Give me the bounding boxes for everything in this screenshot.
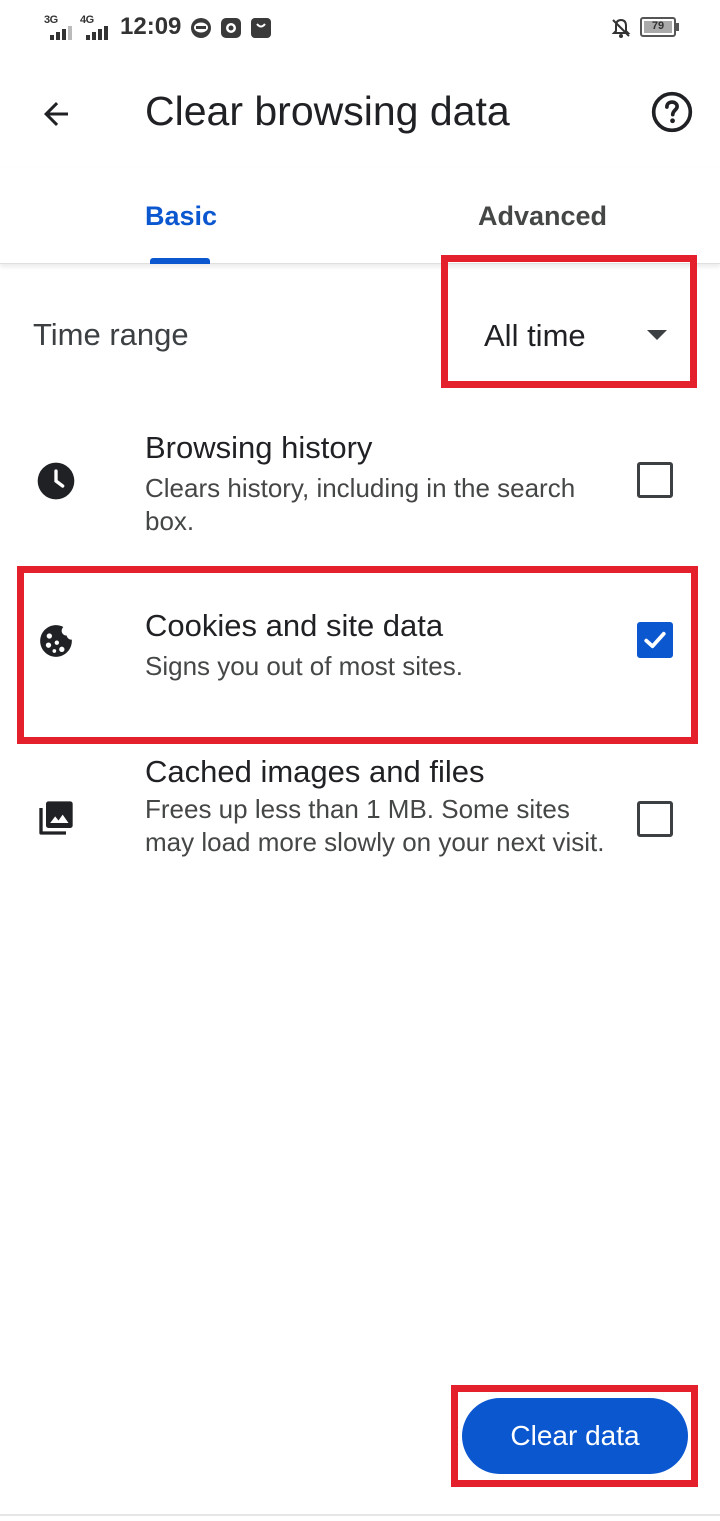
image-library-icon: [39, 801, 73, 835]
highlight-clear-button: [451, 1385, 698, 1487]
network-type-4g: 4G: [80, 14, 94, 26]
tab-advanced-label: Advanced: [478, 200, 608, 231]
status-bar: 3G 4G 12:09 79: [0, 0, 720, 56]
signal-bars-icon: [50, 26, 72, 40]
option-title: Browsing history: [145, 430, 373, 465]
browsing-history-checkbox[interactable]: [637, 462, 673, 498]
option-browsing-history[interactable]: Browsing history Clears history, includi…: [0, 420, 720, 560]
status-time: 12:09: [120, 13, 182, 40]
tab-basic-label: Basic: [145, 200, 218, 231]
cached-images-checkbox[interactable]: [637, 801, 673, 837]
time-range-label: Time range: [33, 317, 189, 352]
clock-icon: [37, 462, 75, 500]
screen: 3G 4G 12:09 79 Clear browsing data Basic…: [0, 0, 720, 1521]
page-title: Clear browsing data: [145, 88, 510, 134]
tab-bar: Basic Advanced: [0, 168, 720, 264]
notifications-off-icon: [611, 18, 631, 38]
network-type-3g: 3G: [44, 14, 58, 26]
tab-basic[interactable]: Basic: [0, 168, 360, 264]
arrow-back-icon: [44, 102, 68, 126]
battery-level: 79: [651, 20, 665, 32]
highlight-time-range: [441, 255, 697, 388]
battery-body: 79: [640, 17, 676, 37]
option-title: Cached images and files: [145, 754, 485, 789]
toolbar: Clear browsing data: [0, 56, 720, 168]
highlight-cookies-option: [17, 566, 698, 744]
back-button[interactable]: [22, 80, 90, 148]
camera-app-icon: [221, 18, 241, 38]
option-description: Frees up less than 1 MB. Some sites may …: [145, 794, 605, 857]
tab-advanced[interactable]: Advanced: [360, 168, 720, 264]
option-cached-images-files[interactable]: Cached images and files Frees up less th…: [0, 744, 720, 904]
shopping-bag-icon: [251, 18, 271, 38]
option-description: Clears history, including in the search …: [145, 473, 576, 536]
line-app-icon: [191, 18, 211, 38]
help-circle-icon: [651, 91, 693, 133]
battery-tip: [676, 23, 679, 31]
tab-indicator: [150, 258, 210, 264]
bottom-divider: [0, 1514, 720, 1516]
signal-bars-icon: [86, 26, 108, 40]
help-button[interactable]: [640, 80, 704, 144]
battery-icon: 79: [640, 17, 680, 37]
